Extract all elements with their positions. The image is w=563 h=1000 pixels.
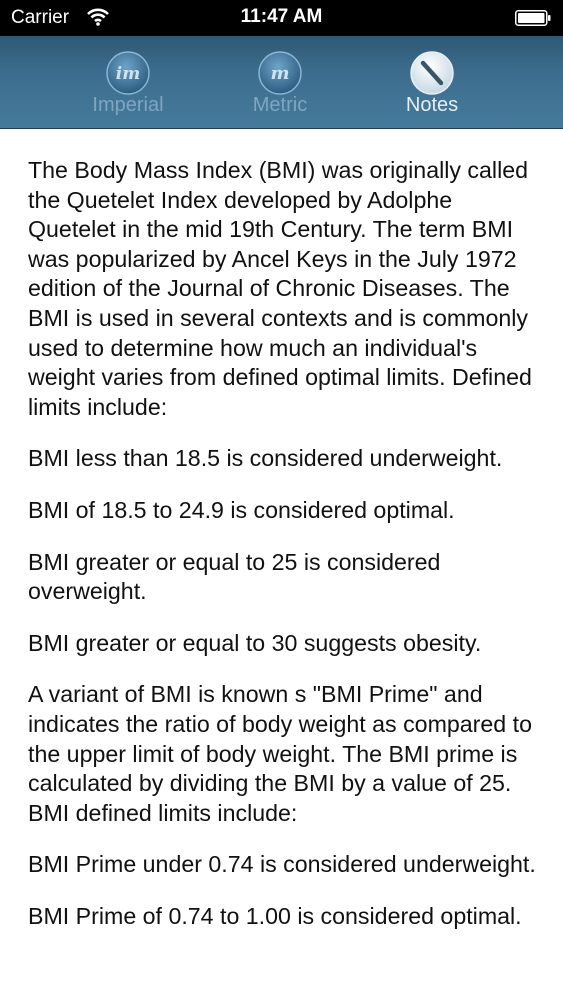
- tab-notes[interactable]: Notes: [356, 36, 508, 128]
- notes-content: The Body Mass Index (BMI) was originally…: [28, 156, 543, 953]
- notes-paragraph: BMI greater or equal to 25 is considered…: [28, 548, 441, 605]
- m-circle-icon: m: [258, 51, 302, 95]
- svg-text:im: im: [116, 64, 140, 84]
- notes-paragraph: BMI of 18.5 to 24.9 is considered optima…: [28, 496, 455, 523]
- notes-paragraph: BMI Prime under 0.74 is considered under…: [28, 851, 536, 878]
- im-circle-icon: im: [106, 51, 150, 95]
- tab-bar: im Imperial m Metric Notes: [0, 36, 563, 129]
- notes-paragraph: BMI Prime of 0.74 to 1.00 is considered …: [28, 902, 522, 929]
- tab-label-notes: Notes: [405, 94, 459, 116]
- clock: 11:47 AM: [240, 6, 323, 27]
- svg-text:m: m: [270, 63, 289, 84]
- tab-label-metric: Metric: [252, 94, 308, 116]
- tab-metric[interactable]: m Metric: [204, 36, 356, 128]
- notes-slash-icon: [410, 51, 454, 95]
- battery-icon: [515, 10, 551, 26]
- notes-paragraph: The Body Mass Index (BMI) was originally…: [28, 157, 532, 420]
- notes-paragraph: BMI greater or equal to 30 suggests obes…: [28, 629, 482, 656]
- notes-paragraph: BMI less than 18.5 is considered underwe…: [28, 445, 503, 472]
- notes-paragraph: A variant of BMI is known s "BMI Prime" …: [28, 681, 532, 826]
- status-bar: Carrier 11:47 AM: [0, 0, 563, 36]
- tab-imperial[interactable]: im Imperial: [52, 36, 204, 128]
- tab-label-imperial: Imperial: [92, 94, 164, 116]
